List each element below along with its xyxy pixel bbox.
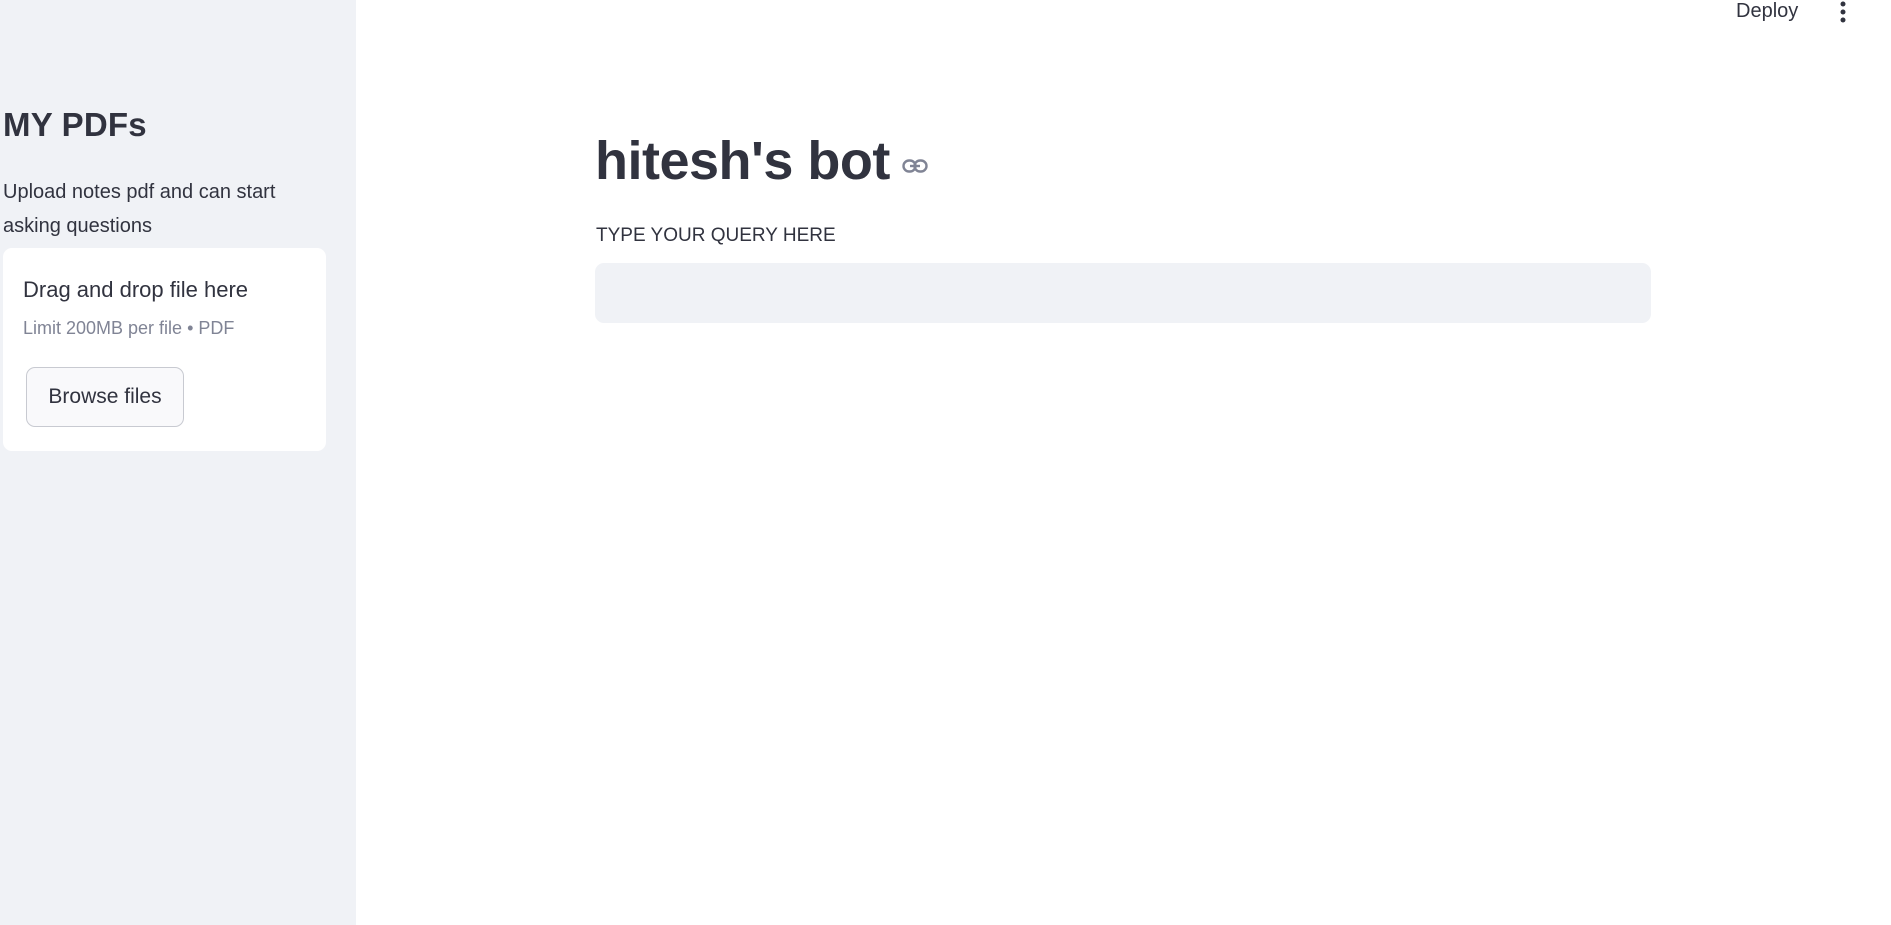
page-title: hitesh's bot (595, 130, 928, 192)
page-title-text: hitesh's bot (595, 131, 890, 191)
link-icon[interactable] (902, 159, 928, 173)
query-label: TYPE YOUR QUERY HERE (596, 225, 836, 246)
browse-files-button[interactable]: Browse files (26, 367, 184, 427)
deploy-button[interactable]: Deploy (1736, 0, 1798, 28)
dropzone-title: Drag and drop file here (23, 277, 249, 302)
sidebar-title: MY PDFs (3, 106, 147, 143)
query-input[interactable] (595, 263, 1651, 323)
sidebar-description: Upload notes pdf and can start asking qu… (3, 181, 276, 237)
vertical-dots-icon[interactable] (1831, 0, 1855, 26)
app-window: MY PDFs Upload notes pdf and can start a… (0, 0, 1891, 925)
sidebar: MY PDFs Upload notes pdf and can start a… (0, 0, 356, 925)
dropzone-limit-text: Limit 200MB per file • PDF (23, 318, 235, 338)
